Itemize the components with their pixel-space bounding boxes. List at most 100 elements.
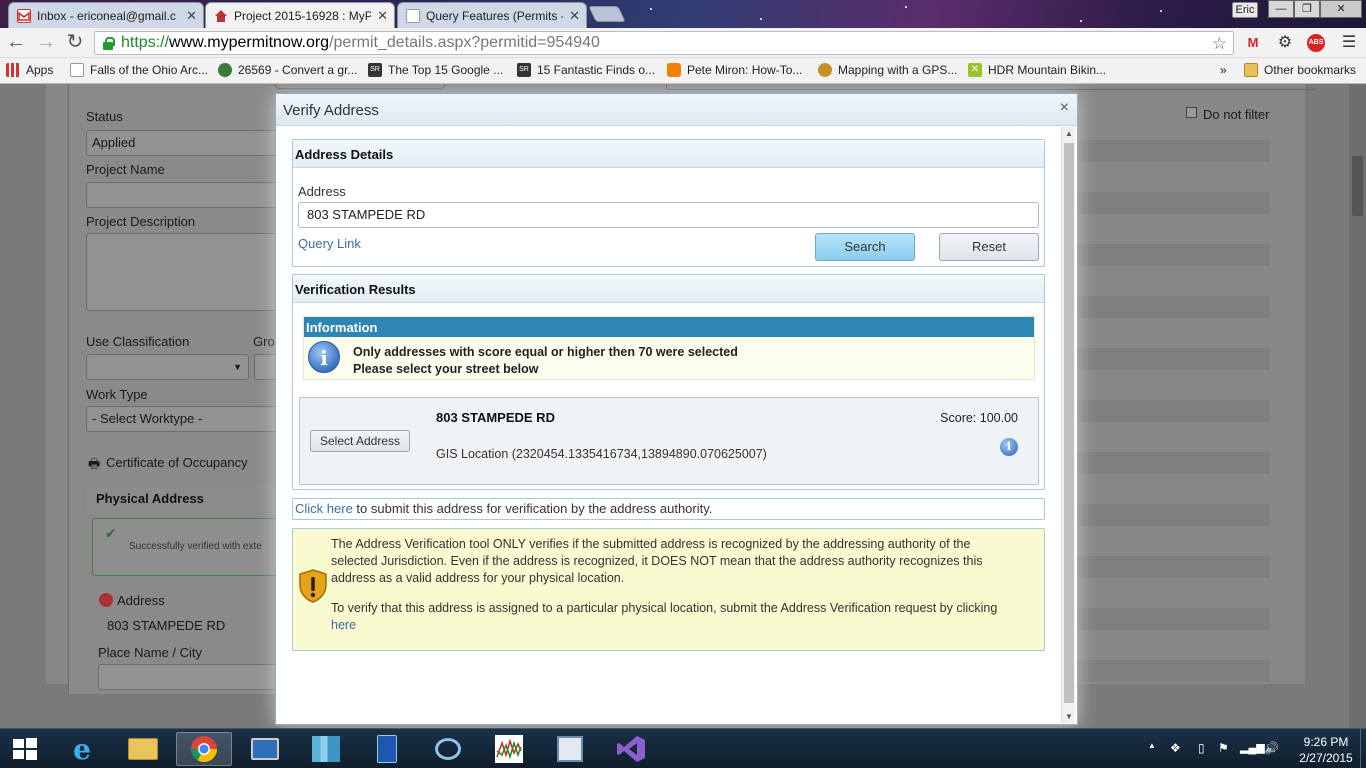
status-field[interactable]: Applied [86,130,276,156]
remote-desktop-icon[interactable] [237,732,293,766]
snipping-tool-icon[interactable] [420,732,476,766]
query-link[interactable]: Query Link [298,236,361,251]
bookmark-label: 15 Fantastic Finds o... [537,63,656,77]
scrollbar-thumb[interactable] [1352,156,1363,216]
adblock-icon[interactable]: ABS [1307,34,1325,52]
info-line-1: Only addresses with score equal or highe… [353,345,738,359]
tab-query-features[interactable]: Query Features (Permits - ✕ [397,2,587,28]
file-explorer-icon[interactable] [115,732,171,766]
printer-icon[interactable]: 🖶 [88,455,100,477]
address-details-section: Address Details Address 803 STAMPEDE RD … [292,139,1045,267]
close-window-button[interactable]: ✕ [1320,0,1362,18]
visual-studio-icon[interactable] [603,732,659,766]
page-scrollbar[interactable] [1349,84,1366,728]
gmail-icon [17,8,31,23]
background-row [1074,608,1270,630]
restore-button[interactable]: ❐ [1294,0,1320,18]
submit-text: to submit this address for verification … [352,501,713,516]
remove-icon[interactable] [99,593,113,607]
here-link[interactable]: here [331,617,1031,634]
apps-grid-icon [6,63,20,77]
bookmark-star-icon[interactable]: ☆ [1212,34,1227,54]
do-not-filter-checkbox[interactable] [1186,107,1197,118]
gis-location: GIS Location (2320454.1335416734,1389489… [436,447,767,461]
address-label: Address [117,593,165,608]
info-icon[interactable]: i [1000,438,1018,456]
new-tab-button[interactable] [588,6,626,22]
tab-close-icon[interactable]: ✕ [377,8,388,24]
bookmark-pete-miron[interactable]: Pete Miron: How-To... [667,63,802,77]
gear-icon[interactable]: ⚙ [1276,34,1294,52]
internet-explorer-icon[interactable]: e [54,732,110,766]
gmail-extension-icon[interactable]: M [1244,34,1262,52]
select-address-button[interactable]: Select Address [310,430,410,452]
house-icon [214,9,228,23]
project-description-label: Project Description [86,214,196,229]
certificate-of-occupancy-link[interactable]: Certificate of Occupancy [106,455,248,470]
tab-inbox[interactable]: Inbox - ericoneal@gmail.c ✕ [8,2,204,28]
back-arrow-icon[interactable]: ← [4,31,28,55]
start-button[interactable] [0,732,50,766]
bookmark-top-15-google[interactable]: SR The Top 15 Google ... [368,63,503,77]
bookmark-label: Other bookmarks [1264,63,1357,77]
dropbox-icon[interactable]: ❖ [1170,741,1181,755]
user-profile-badge[interactable]: Eric [1232,2,1258,18]
project-name-label: Project Name [86,162,165,177]
scroll-up-icon[interactable]: ▲ [1062,129,1076,138]
chart-app-icon[interactable] [481,732,537,766]
close-icon[interactable]: × [1060,99,1069,117]
tab-close-icon[interactable]: ✕ [569,8,580,24]
bookmark-mapping-gps[interactable]: Mapping with a GPS... [818,63,957,77]
flag-icon[interactable]: ⚑ [1218,741,1229,755]
clock-time: 9:26 PM [1303,735,1349,749]
minimize-button[interactable]: — [1268,0,1294,18]
status-label: Status [86,109,123,124]
project-description-field[interactable] [86,233,276,311]
verification-results-section: Verification Results Information i Only … [292,274,1045,490]
information-header: Information [304,317,1034,337]
signal-icon[interactable]: ▂▄▆ [1240,741,1265,754]
bookmark-apps[interactable]: Apps [6,63,53,77]
bookmarks-overflow-button[interactable]: » [1220,63,1227,77]
search-button[interactable]: Search [815,233,915,261]
work-type-select[interactable]: - Select Worktype - [86,406,276,432]
battery-icon[interactable]: ▯ [1198,741,1205,755]
place-name-field[interactable] [98,664,276,690]
url-path: /permit_details.aspx?permitid=954940 [329,34,600,51]
tab-close-icon[interactable]: ✕ [186,8,197,24]
bookmark-hdr-mountain[interactable]: ✕ HDR Mountain Bikin... [968,63,1106,77]
reset-button[interactable]: Reset [939,233,1039,261]
warning-line: selected Jurisdiction. Even if the addre… [331,554,983,568]
bookmark-label: 26569 - Convert a gr... [238,63,358,77]
use-classification-select[interactable]: ▼ [86,354,249,380]
address-input[interactable]: 803 STAMPEDE RD [298,202,1039,228]
chevron-down-icon: ▼ [233,362,242,372]
bookmark-falls-of-ohio[interactable]: Falls of the Ohio Arc... [70,63,208,77]
verified-message-box: ✔ Successfully verified with exte [92,518,278,576]
city-app-icon[interactable] [298,732,354,766]
scroll-down-icon[interactable]: ▼ [1062,712,1076,721]
background-tab-edge [275,84,445,89]
calculator-app-icon[interactable] [359,732,415,766]
other-bookmarks[interactable]: Other bookmarks [1244,63,1356,77]
bookmark-label: Falls of the Ohio Arc... [90,63,209,77]
click-here-link[interactable]: Click here [295,501,353,516]
scrollbar-thumb[interactable] [1064,143,1074,703]
chrome-icon[interactable] [176,732,232,766]
tab-project[interactable]: Project 2015-16928 : MyPe ✕ [205,2,395,28]
network-tool-icon[interactable] [542,732,598,766]
bookmark-26569[interactable]: 26569 - Convert a gr... [218,63,357,77]
tray-expand-icon[interactable]: ▲ [1148,741,1156,750]
reload-icon[interactable]: ↻ [63,31,87,55]
system-clock[interactable]: 9:26 PM 2/27/2015 [1296,734,1356,766]
bookmark-15-fantastic[interactable]: SR 15 Fantastic Finds o... [517,63,655,77]
dialog-scrollbar[interactable]: ▲ ▼ [1061,127,1075,723]
project-name-field[interactable] [86,182,276,208]
forward-arrow-icon[interactable]: → [34,31,58,55]
volume-icon[interactable]: 🔊 [1264,741,1279,755]
show-desktop-button[interactable] [1360,729,1366,768]
background-row [1074,400,1270,422]
address-bar[interactable]: https://www.mypermitnow.org/permit_detai… [94,31,1234,55]
tab-title: Project 2015-16928 : MyPe [234,8,372,23]
menu-icon[interactable]: ☰ [1340,34,1358,52]
